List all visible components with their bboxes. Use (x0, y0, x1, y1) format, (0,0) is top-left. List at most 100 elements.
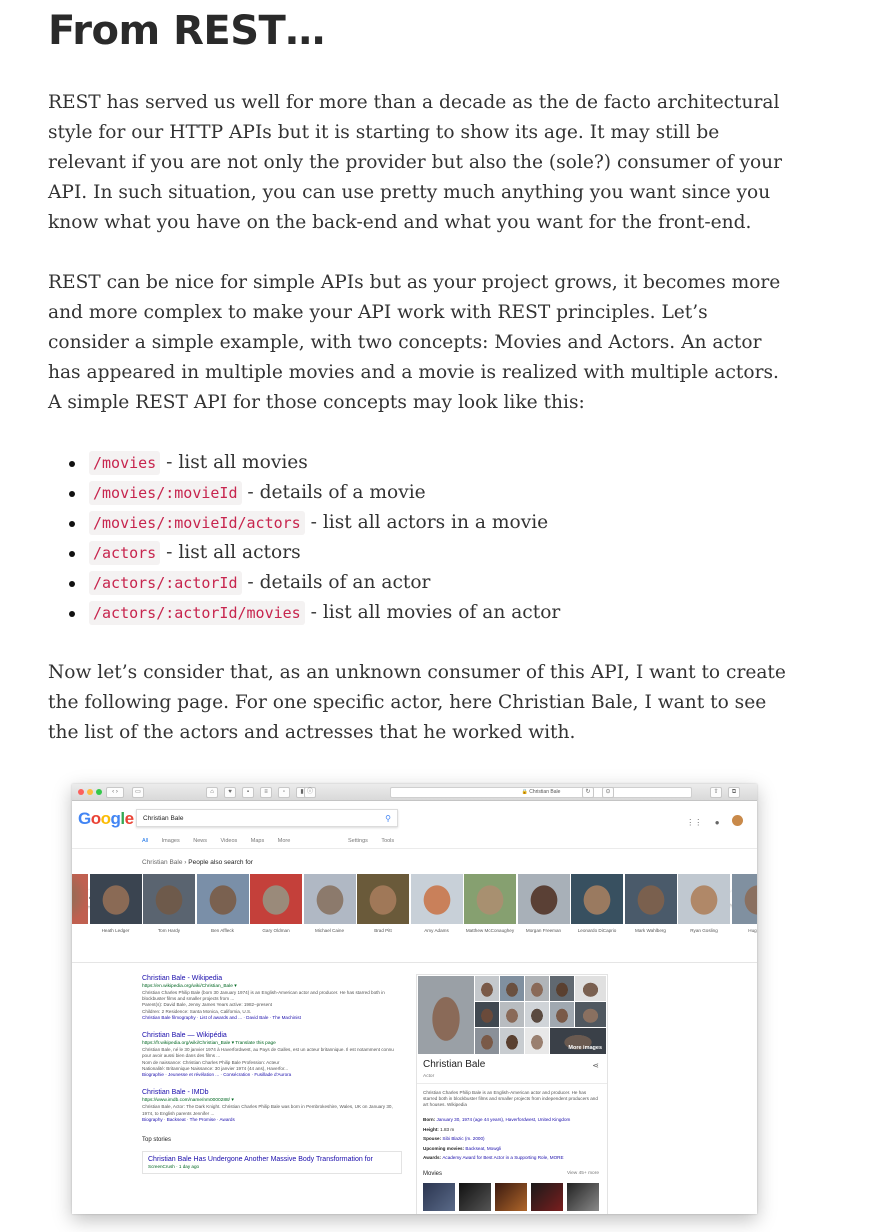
fact-label: Height: (423, 1126, 441, 1132)
story-title[interactable]: Christian Bale Has Undergone Another Mas… (148, 1156, 396, 1163)
movie-poster[interactable] (459, 1183, 491, 1211)
tab-all[interactable]: All (142, 838, 148, 844)
tab-videos[interactable]: Videos (221, 838, 238, 844)
knowledge-image[interactable] (418, 976, 474, 1054)
result-sitelinks[interactable]: Christian Bale filmography · List of awa… (142, 1015, 402, 1021)
minimize-window-icon[interactable] (87, 789, 93, 795)
extension-icon-2[interactable]: ▫ (278, 787, 290, 798)
knowledge-image[interactable] (500, 976, 524, 1001)
search-input[interactable]: Christian Bale ⚲ (136, 809, 398, 827)
person-card[interactable]: Amy Adams (410, 874, 463, 934)
result-url[interactable]: https://www.imdb.com/name/nm0000288/ ▾ (142, 1097, 402, 1104)
tabs-icon[interactable]: ⧉ (728, 787, 740, 798)
person-name: Morgan Freeman (525, 928, 562, 933)
extension-icon[interactable]: ≡ (260, 787, 272, 798)
sidebar-icon[interactable]: ▭ (132, 787, 144, 798)
section-heading: From REST… (48, 8, 325, 54)
share-icon[interactable]: ⇧ (710, 787, 722, 798)
person-card[interactable]: Morgan Freeman (517, 874, 570, 934)
person-name: Hugh J... (748, 928, 757, 933)
knowledge-image[interactable] (475, 1002, 499, 1027)
movie-poster[interactable] (495, 1183, 527, 1211)
person-card[interactable]: Brad Pitt (357, 874, 409, 934)
person-card[interactable]: Leonardo DiCaprio (571, 874, 623, 934)
story-card[interactable]: Christian Bale Has Undergone Another Mas… (142, 1151, 402, 1175)
list-item: /movies - list all movies (48, 448, 788, 478)
fact-value[interactable]: Academy Award for Best Actor in a Suppor… (442, 1155, 563, 1160)
download-icon[interactable]: ⊙ (602, 787, 614, 798)
knowledge-image[interactable] (500, 1002, 524, 1027)
person-name: Ben Affleck (211, 928, 234, 933)
result-url[interactable]: https://fr.wikipedia.org/wiki/Christian_… (142, 1040, 402, 1047)
knowledge-image[interactable] (575, 976, 606, 1001)
person-card[interactable]: Hugh J... (731, 874, 757, 934)
knowledge-image[interactable] (550, 976, 574, 1001)
close-window-icon[interactable] (78, 789, 84, 795)
person-card[interactable]: Mark Wahlberg (624, 874, 677, 934)
knowledge-image[interactable] (475, 976, 499, 1001)
person-name: Heath Ledger (101, 928, 130, 933)
back-forward-buttons[interactable]: ‹ › (106, 787, 124, 798)
person-photo (72, 874, 88, 924)
knowledge-panel: More images Christian Bale ⋖ Actor Chris… (416, 974, 608, 1214)
result-title[interactable]: Christian Bale - IMDb (142, 1088, 402, 1097)
paragraph-intro: REST has served us well for more than a … (48, 92, 783, 233)
knowledge-image[interactable] (525, 1028, 549, 1054)
tools-link[interactable]: Tools (381, 838, 394, 844)
knowledge-image[interactable] (525, 1002, 549, 1027)
knowledge-image[interactable] (575, 1002, 606, 1027)
person-name: Tom Hardy (157, 928, 181, 933)
person-card[interactable]: Michael Caine (303, 874, 356, 934)
knowledge-image[interactable] (550, 1002, 574, 1027)
tab-images[interactable]: Images (162, 838, 180, 844)
knowledge-image[interactable] (525, 976, 549, 1001)
apps-grid-icon[interactable]: ⋮⋮ (686, 818, 702, 827)
movie-poster[interactable] (531, 1183, 563, 1211)
people-carousel: ‹ › Heath LedgerTom HardyBen AffleckGary… (72, 874, 757, 949)
person-card[interactable]: Matthew McConaughey (464, 874, 516, 934)
result-title[interactable]: Christian Bale — Wikipédia (142, 1031, 402, 1040)
more-images-link[interactable]: More images (568, 1045, 602, 1051)
fact-value[interactable]: Backseat, Mowgli (465, 1146, 501, 1151)
person-card[interactable]: Tom Hardy (143, 874, 195, 934)
fact-value[interactable]: January 30, 1974 (age 44 years), Haverfo… (437, 1117, 571, 1122)
fact-label: Born: (423, 1117, 437, 1122)
share-icon[interactable]: ⋖ (592, 1061, 599, 1070)
info-icon[interactable]: ⓘ (304, 787, 316, 798)
list-item: /actors - list all actors (48, 538, 788, 568)
result-title[interactable]: Christian Bale - Wikipedia (142, 974, 402, 983)
fact-value[interactable]: Sibi Blazic (m. 2000) (442, 1136, 484, 1141)
person-card[interactable]: Ryan Gosling (678, 874, 730, 934)
person-card[interactable]: Heath Ledger (89, 874, 142, 934)
knowledge-images[interactable]: More images (418, 976, 606, 1054)
notifications-icon[interactable]: ● (715, 818, 720, 827)
reload-icon[interactable]: ↻ (582, 787, 594, 798)
movie-poster[interactable] (423, 1183, 455, 1211)
pocket-icon[interactable]: ♥ (224, 787, 236, 798)
google-logo[interactable]: Google (78, 809, 134, 829)
person-photo (196, 874, 249, 924)
knowledge-image[interactable] (475, 1028, 499, 1054)
address-bar[interactable]: 🔒 Christian Bale (390, 787, 692, 798)
avatar[interactable] (732, 815, 743, 827)
person-card[interactable]: Ben Affleck (196, 874, 249, 934)
breadcrumb: Christian Bale › People also search for (142, 859, 253, 866)
tab-maps[interactable]: Maps (251, 838, 264, 844)
person-card[interactable] (72, 874, 88, 924)
result-sitelinks[interactable]: Biography · Backseat · The Promise · Awa… (142, 1117, 402, 1123)
result-sitelinks[interactable]: Biographie · Jeunesse et révélation ... … (142, 1072, 402, 1078)
result-url[interactable]: https://en.wikipedia.org/wiki/Christian_… (142, 983, 402, 990)
tab-news[interactable]: News (193, 838, 207, 844)
person-card[interactable]: Gary Oldman (250, 874, 302, 934)
view-more-link[interactable]: View 45+ more (567, 1171, 599, 1176)
tab-more[interactable]: More (278, 838, 291, 844)
lock-icon[interactable]: ▪ (242, 787, 254, 798)
person-photo (143, 874, 195, 924)
maximize-window-icon[interactable] (96, 789, 102, 795)
home-icon[interactable]: ⌂ (206, 787, 218, 798)
knowledge-image[interactable] (500, 1028, 524, 1054)
search-icon[interactable]: ⚲ (385, 810, 391, 828)
fact-awards: Awards: Academy Award for Best Actor in … (423, 1153, 603, 1163)
settings-link[interactable]: Settings (348, 838, 368, 844)
movie-poster[interactable] (567, 1183, 599, 1211)
